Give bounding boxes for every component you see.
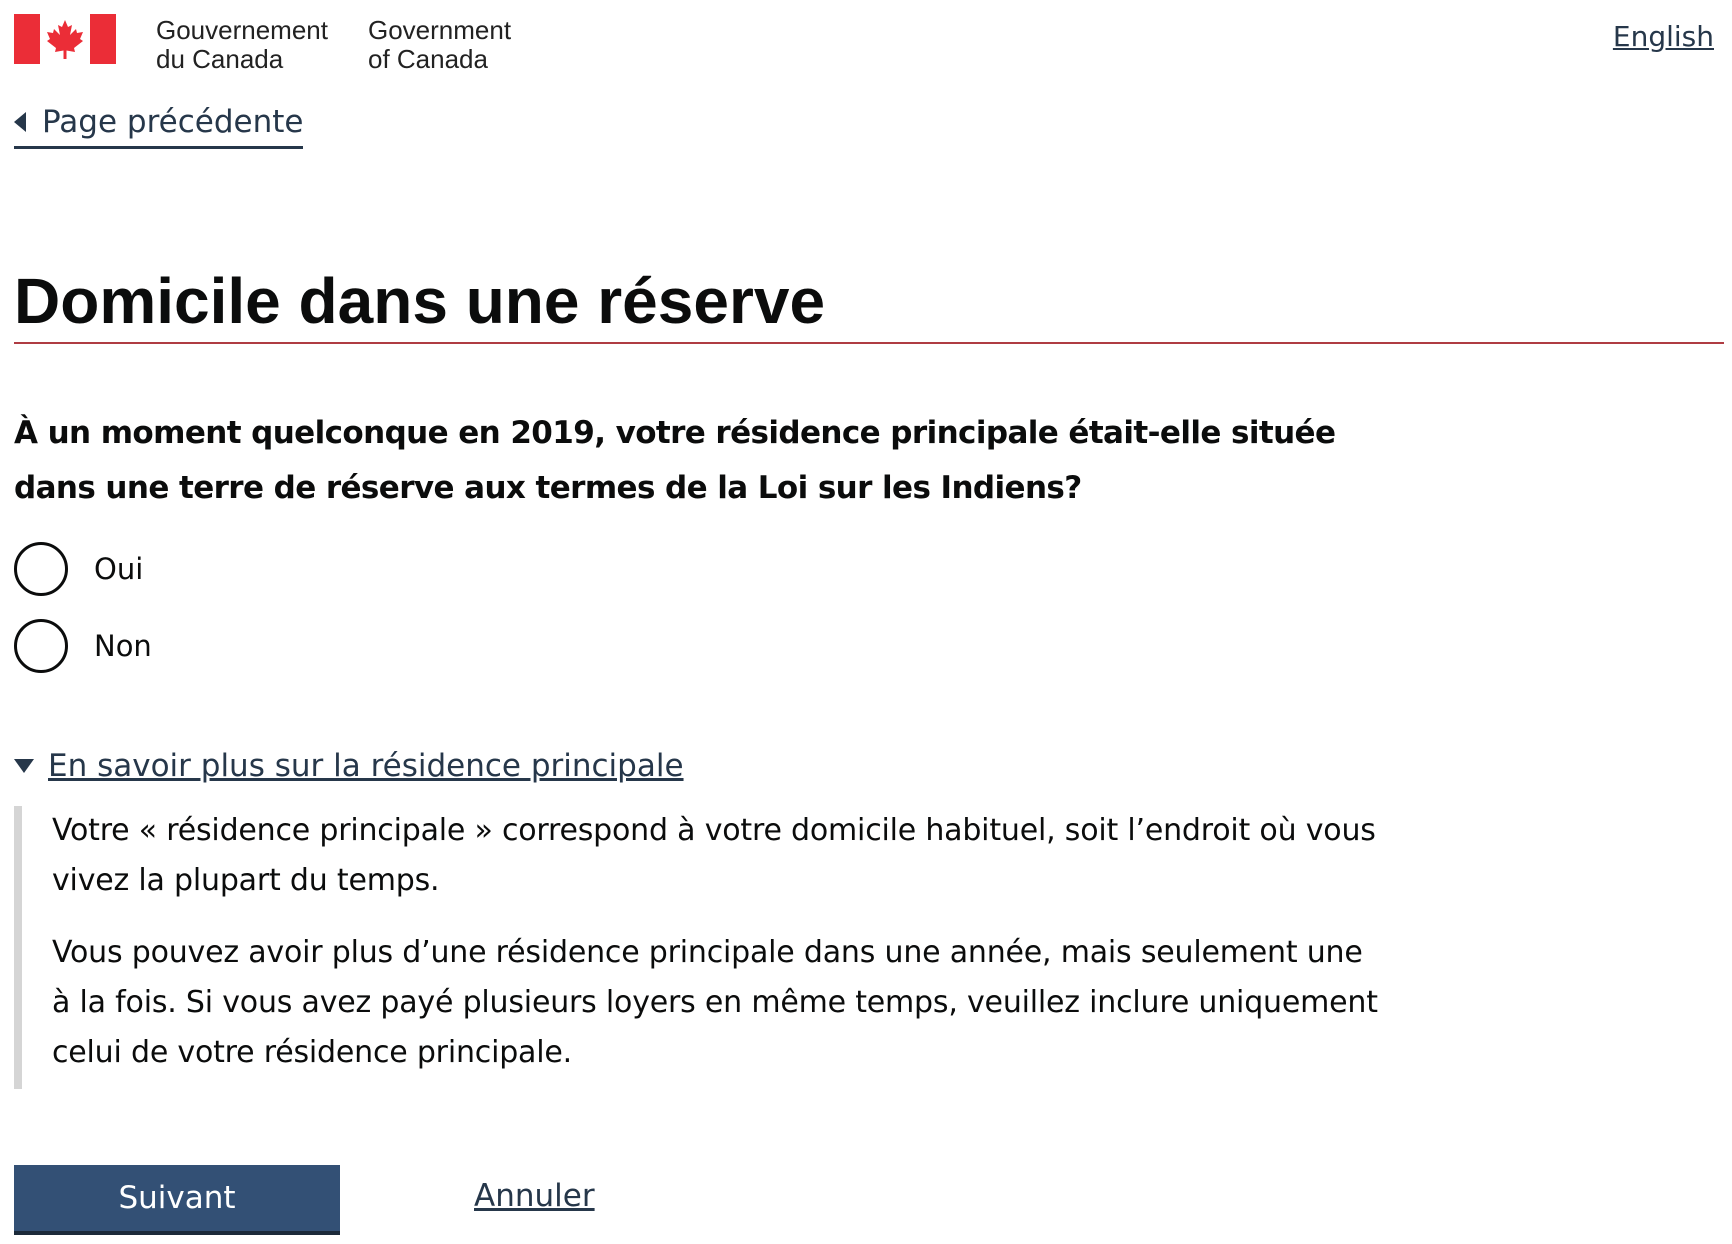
- canada-flag-icon: [14, 14, 116, 64]
- wordmark-fr-line-2: du Canada: [156, 44, 284, 74]
- radio-option-oui[interactable]: Oui: [14, 542, 143, 596]
- caret-left-icon: [14, 112, 26, 132]
- details-paragraph-1: Votre « résidence principale » correspon…: [52, 813, 1376, 898]
- back-link-label: Page précédente: [42, 104, 304, 140]
- details-paragraph-2: Vous pouvez avoir plus d’une résidence p…: [52, 935, 1378, 1070]
- title-divider: [14, 342, 1724, 344]
- radio-label-non[interactable]: Non: [94, 629, 152, 663]
- wordmark-english: Government of Canada: [368, 16, 511, 74]
- details-toggle[interactable]: En savoir plus sur la résidence principa…: [14, 748, 684, 784]
- wordmark-en-line-1: Government: [367, 15, 512, 45]
- language-toggle-link[interactable]: English: [1613, 20, 1714, 53]
- government-wordmark: Gouvernement du Canada Government of Can…: [14, 14, 511, 74]
- wordmark-en-line-2: of Canada: [367, 44, 488, 74]
- radio-option-non[interactable]: Non: [14, 619, 152, 673]
- details-summary-label[interactable]: En savoir plus sur la résidence principa…: [48, 748, 684, 784]
- next-button[interactable]: Suivant: [14, 1165, 340, 1235]
- caret-down-icon: [14, 759, 34, 773]
- page-title: Domicile dans une réserve: [14, 265, 826, 337]
- question-legend: À un moment quelconque en 2019, votre ré…: [14, 415, 1336, 506]
- radio-label-oui[interactable]: Oui: [94, 552, 143, 586]
- details-content: Votre « résidence principale » correspon…: [14, 806, 1389, 1089]
- wordmark-french: Gouvernement du Canada: [156, 16, 328, 74]
- radio-button-oui[interactable]: [14, 542, 68, 596]
- back-link[interactable]: Page précédente: [14, 104, 304, 149]
- cancel-link[interactable]: Annuler: [474, 1178, 595, 1214]
- wordmark-fr-line-1: Gouvernement: [156, 15, 328, 45]
- radio-button-non[interactable]: [14, 619, 68, 673]
